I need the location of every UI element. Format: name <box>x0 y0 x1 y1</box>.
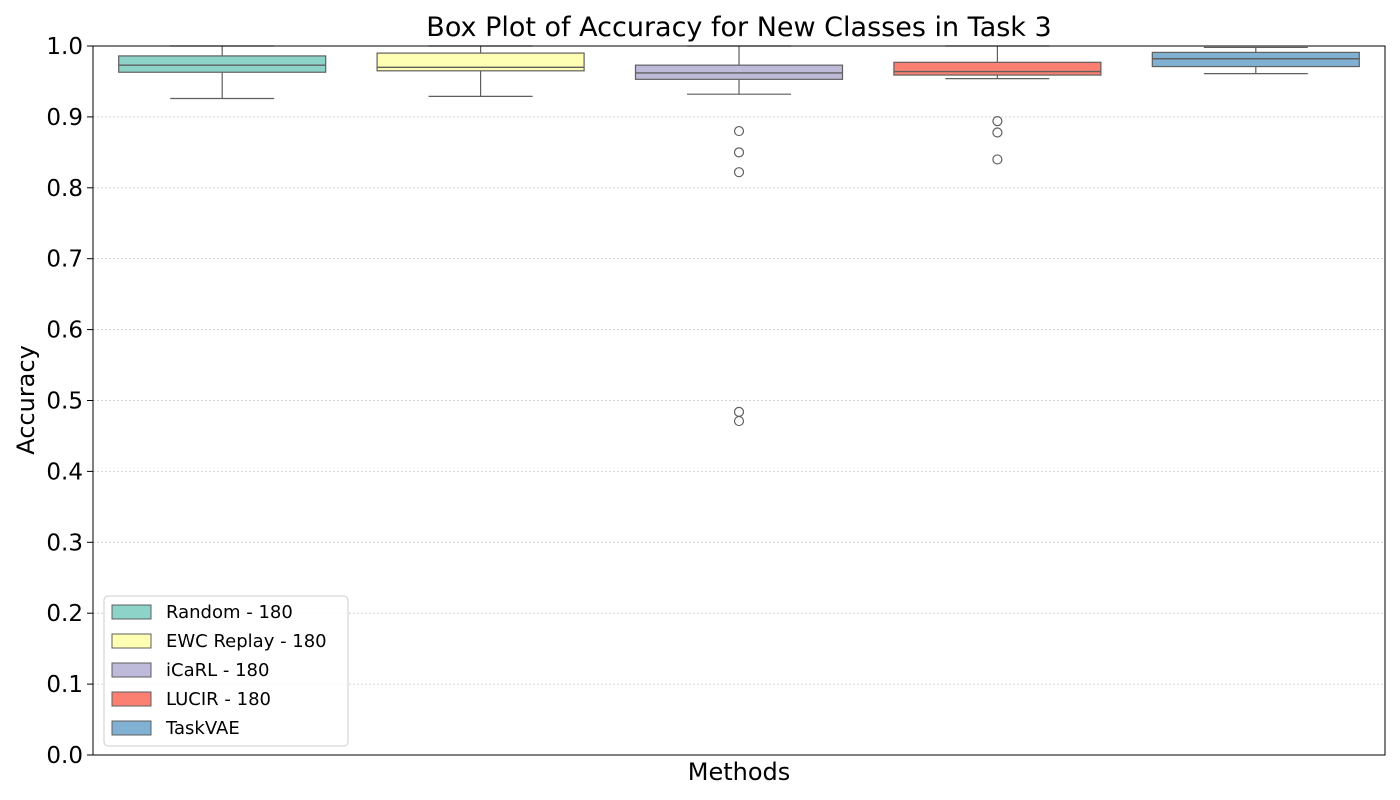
legend-swatch <box>111 662 152 678</box>
y-axis: 0.0 0.1 0.2 0.3 0.4 0.5 0.6 0.7 0.8 0.9 1.0 <box>46 34 93 769</box>
legend-label: iCaRL - 180 <box>166 660 269 681</box>
y-axis-label: Accuracy <box>12 345 40 455</box>
box-iqr <box>893 61 1102 76</box>
outlier-point <box>733 167 745 178</box>
y-tick-label: 0.9 <box>46 105 83 131</box>
y-tick-label: 0.4 <box>46 459 83 485</box>
legend-swatch <box>111 720 152 736</box>
y-tick-label: 0.6 <box>46 318 83 344</box>
legend-label: TaskVAE <box>165 718 240 739</box>
y-tick-label: 0.2 <box>46 601 83 627</box>
outlier-point <box>733 125 745 137</box>
x-axis-label: Methods <box>688 758 791 786</box>
box-iqr <box>118 55 327 73</box>
outlier-point <box>733 415 745 427</box>
legend: Random - 180 EWC Replay - 180 iCaRL - 180 L… <box>103 595 349 747</box>
outlier-point <box>992 127 1003 138</box>
y-tick-label: 0.1 <box>46 672 83 698</box>
y-tick-label: 0.3 <box>46 530 83 556</box>
outlier-point <box>992 154 1003 165</box>
box-iqr <box>634 64 844 80</box>
y-tick-label: 0.0 <box>46 743 83 769</box>
box-lucir-180 <box>893 45 1102 165</box>
box-ewc-replay-180 <box>376 45 585 97</box>
legend-label: LUCIR - 180 <box>166 689 271 710</box>
outlier-point <box>992 116 1003 127</box>
legend-label: Random - 180 <box>166 602 293 623</box>
boxes <box>118 45 1360 427</box>
box-iqr <box>1151 51 1360 68</box>
box-iqr <box>376 52 585 72</box>
box-plot-chart: 0.0 0.1 0.2 0.3 0.4 0.5 0.6 0.7 0.8 0.9 1.0 Box Pl… <box>12 12 1386 786</box>
outlier-point <box>733 147 745 158</box>
legend-swatch <box>111 633 152 649</box>
box-icarl-180 <box>634 45 844 427</box>
y-tick-label: 0.5 <box>46 389 83 415</box>
legend-swatch <box>111 604 152 620</box>
chart-title: Box Plot of Accuracy for New Classes in … <box>426 12 1051 43</box>
legend-label: EWC Replay - 180 <box>166 631 327 652</box>
y-tick-label: 0.7 <box>46 247 83 273</box>
box-taskvae <box>1151 46 1360 75</box>
outlier-point <box>733 406 745 417</box>
box-random-180 <box>118 45 327 100</box>
y-tick-label: 0.8 <box>46 176 83 202</box>
legend-swatch <box>111 691 152 707</box>
y-tick-label: 1.0 <box>46 34 83 60</box>
